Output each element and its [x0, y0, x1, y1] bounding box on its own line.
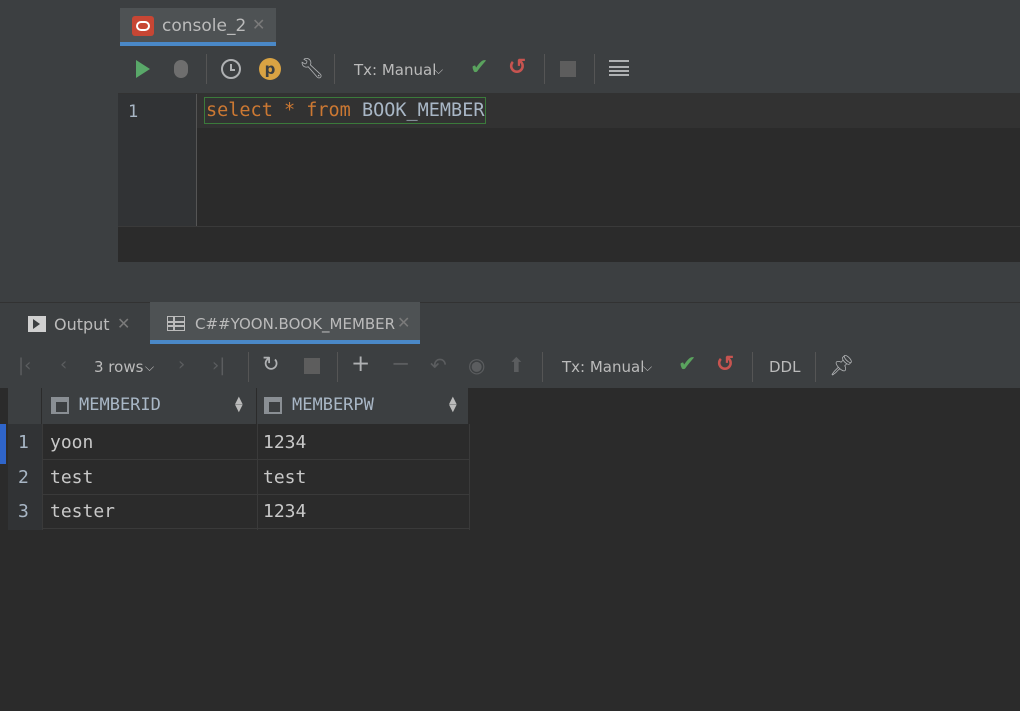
grid-icon	[167, 316, 185, 331]
sort-icon[interactable]: ▲ ▼	[235, 396, 243, 414]
toolbar-separator	[815, 352, 816, 382]
list-icon[interactable]	[609, 60, 629, 78]
table-cell[interactable]: test	[50, 467, 93, 488]
rows-count-dropdown[interactable]: 3 rows	[94, 358, 143, 376]
editor-toolbar: p 🔧︎ Tx: Manual ⌵ ✔ ↺	[118, 46, 1020, 94]
prev-page-icon[interactable]: ‹	[60, 354, 67, 375]
grid-line	[42, 494, 469, 495]
toolbar-separator	[206, 54, 207, 84]
chevron-down-icon[interactable]: ⌵	[145, 360, 154, 375]
last-page-icon[interactable]: ›|	[212, 355, 225, 376]
oracle-icon	[132, 16, 154, 36]
tab-console[interactable]: console_2 ✕	[120, 8, 276, 46]
add-row-icon[interactable]: +	[351, 351, 370, 377]
panel-splitter[interactable]	[0, 262, 1020, 302]
table-cell[interactable]: tester	[50, 501, 115, 522]
wrench-icon[interactable]: 🔧︎	[299, 56, 324, 80]
grid-line	[42, 424, 43, 530]
refresh-icon[interactable]: ↻	[262, 352, 280, 376]
output-icon	[28, 316, 46, 332]
tx-mode-dropdown[interactable]: Tx: Manual	[562, 358, 644, 376]
toolbar-separator	[248, 352, 249, 382]
stop-icon[interactable]	[304, 358, 320, 374]
toolbar-separator	[337, 352, 338, 382]
revert-icon[interactable]: ↶	[430, 353, 447, 377]
submit-icon[interactable]: ⬆	[508, 353, 525, 377]
p-icon[interactable]: p	[259, 58, 281, 80]
stop-icon[interactable]	[560, 61, 576, 77]
column-title: MEMBERID	[79, 395, 161, 415]
column-icon	[264, 397, 282, 414]
row-number[interactable]: 3	[18, 501, 29, 522]
table-cell[interactable]: test	[263, 467, 306, 488]
close-icon[interactable]: ✕	[397, 313, 410, 332]
column-title: MEMBERPW	[292, 395, 374, 415]
sql-star: *	[272, 100, 307, 121]
close-icon[interactable]: ✕	[117, 314, 130, 333]
clock-icon[interactable]	[221, 59, 241, 79]
results-toolbar: |‹ ‹ 3 rows ⌵ › ›| ↻ + − ↶ ◉ ⬆ Tx: Manua…	[0, 344, 1020, 389]
sql-keyword-from: from	[306, 100, 351, 121]
editor-bottom-area	[118, 226, 1020, 263]
row-number[interactable]: 2	[18, 467, 29, 488]
table-cell[interactable]: yoon	[50, 432, 93, 453]
grid-line	[469, 424, 470, 530]
next-page-icon[interactable]: ›	[178, 354, 185, 375]
chevron-down-icon[interactable]: ⌵	[434, 63, 443, 78]
sql-table-name: BOOK_MEMBER	[350, 100, 485, 121]
grid-line	[257, 424, 258, 530]
tab-console-label: console_2	[162, 16, 247, 36]
delete-row-icon[interactable]: −	[391, 351, 410, 377]
grid-line	[42, 459, 469, 460]
grid-line	[42, 528, 469, 529]
tab-book-member[interactable]: C##YOON.BOOK_MEMBER ✕	[150, 302, 420, 344]
check-icon[interactable]: ✔	[678, 352, 696, 377]
column-icon	[51, 397, 69, 414]
first-page-icon[interactable]: |‹	[18, 355, 31, 376]
check-icon[interactable]: ✔	[470, 55, 488, 80]
sort-icon[interactable]: ▲ ▼	[449, 396, 457, 414]
toolbar-separator	[594, 54, 595, 84]
table-cell[interactable]: 1234	[263, 501, 306, 522]
toolbar-separator	[334, 54, 335, 84]
tab-output-label: Output	[54, 315, 110, 334]
tx-mode-dropdown[interactable]: Tx: Manual	[354, 61, 436, 79]
close-icon[interactable]: ✕	[252, 15, 265, 34]
rollback-icon[interactable]: ↺	[716, 352, 734, 377]
sql-statement[interactable]: select * from BOOK_MEMBER	[204, 97, 487, 124]
tab-book-member-label: C##YOON.BOOK_MEMBER	[195, 315, 396, 333]
selected-row-marker	[0, 424, 6, 464]
row-number[interactable]: 1	[18, 432, 29, 453]
debug-icon[interactable]	[174, 60, 188, 78]
tab-output[interactable]: Output ✕	[20, 303, 150, 345]
line-number-gutter: 1	[118, 94, 197, 226]
toolbar-separator	[752, 352, 753, 382]
toolbar-separator	[544, 54, 545, 84]
editor-tab-bar: console_2 ✕	[118, 0, 1020, 46]
sql-keyword-select: select	[206, 100, 273, 121]
corner-header[interactable]	[8, 388, 42, 424]
left-panel-strip	[0, 0, 118, 262]
results-grid	[0, 388, 1020, 711]
rollback-icon[interactable]: ↺	[508, 55, 526, 80]
pin-icon[interactable]: 📌︎	[829, 353, 854, 377]
line-number: 1	[128, 102, 139, 122]
preview-icon[interactable]: ◉	[468, 353, 485, 377]
table-cell[interactable]: 1234	[263, 432, 306, 453]
chevron-down-icon[interactable]: ⌵	[643, 360, 652, 375]
toolbar-separator	[542, 352, 543, 382]
play-icon[interactable]	[136, 60, 150, 78]
ddl-button[interactable]: DDL	[769, 358, 800, 376]
